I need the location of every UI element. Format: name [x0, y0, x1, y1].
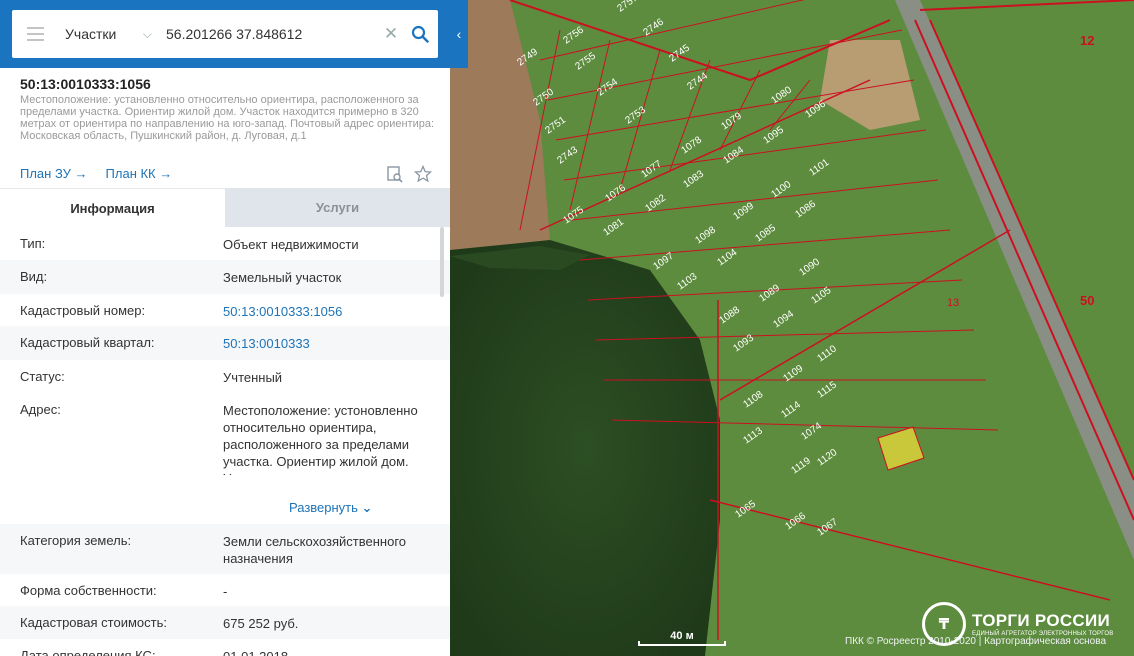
- zone-label-50: 50: [1080, 293, 1094, 308]
- row-key: Форма собственности:: [20, 583, 157, 598]
- cadastral-map[interactable]: 2757 2746 2756 2755 2745 2749 2754 2744 2750 2753…: [450, 0, 1134, 656]
- table-row: Статус: Учтенный: [0, 360, 450, 393]
- chevron-down-icon: ⌵: [142, 26, 152, 41]
- panel-tabs: Информация Услуги: [0, 188, 450, 227]
- map-canvas[interactable]: 2757274627562755 274527492754 274427502753…: [450, 0, 1134, 656]
- table-row: Тип: Объект недвижимости: [0, 227, 450, 260]
- collapse-panel-button[interactable]: ‹: [450, 0, 468, 68]
- row-key: Статус:: [20, 369, 65, 384]
- expand-label: Развернуть: [289, 500, 358, 515]
- search-button[interactable]: [402, 10, 438, 58]
- row-key: Вид:: [20, 269, 48, 284]
- zone-label-13: 13: [947, 297, 959, 309]
- search-input[interactable]: 56.201266 37.848612: [158, 26, 380, 42]
- map-attribution: ПКК © Росреестр 2010-2020 | Картографиче…: [845, 636, 1107, 647]
- info-panel: Участки ⌵ 56.201266 37.848612 ✕ 50:13:00…: [0, 0, 450, 656]
- table-row: Категория земель: Земли сельскохозяйстве…: [0, 524, 450, 574]
- object-description: Местоположение: установленно относительн…: [20, 94, 435, 142]
- table-row: Кадастровый номер: 50:13:0010333:1056: [0, 294, 450, 326]
- map-scale: 40 м: [638, 630, 726, 646]
- row-value: 01.01.2018: [223, 639, 430, 656]
- layer-select-value: Участки: [65, 26, 117, 42]
- document-search-icon[interactable]: [386, 165, 404, 183]
- object-title: 50:13:0010333:1056: [20, 76, 151, 92]
- attributes-table: Тип: Объект недвижимости Вид: Земельный …: [0, 227, 450, 656]
- row-key: Тип:: [20, 236, 46, 251]
- row-key: Кадастровая стоимость:: [20, 615, 167, 630]
- plan-links: План ЗУ → План КК →: [20, 166, 172, 181]
- row-value: Земли сельскохозяйственного назначения: [223, 534, 407, 566]
- layer-select[interactable]: Участки ⌵: [58, 26, 158, 42]
- row-value: 675 252 руб.: [223, 616, 299, 631]
- row-key: Категория земель:: [20, 533, 132, 548]
- chevron-left-icon: ‹: [456, 26, 462, 42]
- row-key: Кадастровый квартал:: [20, 335, 155, 350]
- panel-scrollbar[interactable]: [440, 227, 444, 297]
- zone-label-12: 12: [1080, 33, 1094, 48]
- row-key: Кадастровый номер:: [20, 303, 146, 318]
- plan-kk-link[interactable]: План КК →: [106, 166, 173, 181]
- table-row: Кадастровый квартал: 50:13:0010333: [0, 326, 450, 360]
- chevron-down-icon: ⌄: [361, 500, 373, 515]
- row-value: Объект недвижимости: [223, 237, 359, 252]
- table-row: Форма собственности: -: [0, 574, 450, 606]
- search-box: Участки ⌵ 56.201266 37.848612 ✕: [12, 10, 438, 58]
- address-value: Местоположение: устоновленно относительн…: [223, 403, 418, 475]
- row-value: -: [223, 584, 228, 599]
- cadastral-number-link[interactable]: 50:13:0010333:1056: [223, 294, 430, 326]
- cadastral-quarter-link[interactable]: 50:13:0010333: [223, 326, 430, 360]
- plan-zu-link[interactable]: План ЗУ →: [20, 166, 88, 181]
- menu-icon[interactable]: [12, 10, 58, 58]
- table-row: Дата определения КС: 01.01.2018: [0, 639, 450, 656]
- plan-icons: [386, 165, 432, 183]
- scale-bar: [638, 641, 726, 646]
- tab-info[interactable]: Информация: [0, 188, 225, 227]
- row-key: Дата определения КС:: [20, 648, 156, 656]
- search-icon: [411, 25, 429, 43]
- row-value: Учтенный: [223, 370, 283, 385]
- star-icon[interactable]: [414, 165, 432, 183]
- expand-link[interactable]: Развернуть ⌄: [289, 500, 373, 516]
- tab-services[interactable]: Услуги: [225, 188, 450, 227]
- table-row: Вид: Земельный участок: [0, 260, 450, 294]
- clear-icon[interactable]: ✕: [380, 24, 402, 44]
- table-row-address: Адрес: Местоположение: устоновленно отно…: [0, 393, 450, 524]
- table-row: Кадастровая стоимость: 675 252 руб.: [0, 606, 450, 639]
- search-bar: Участки ⌵ 56.201266 37.848612 ✕: [0, 0, 450, 68]
- row-value: Земельный участок: [223, 270, 342, 285]
- logo-title: ТОРГИ РОССИИ: [972, 611, 1111, 630]
- row-key: Адрес:: [20, 402, 61, 417]
